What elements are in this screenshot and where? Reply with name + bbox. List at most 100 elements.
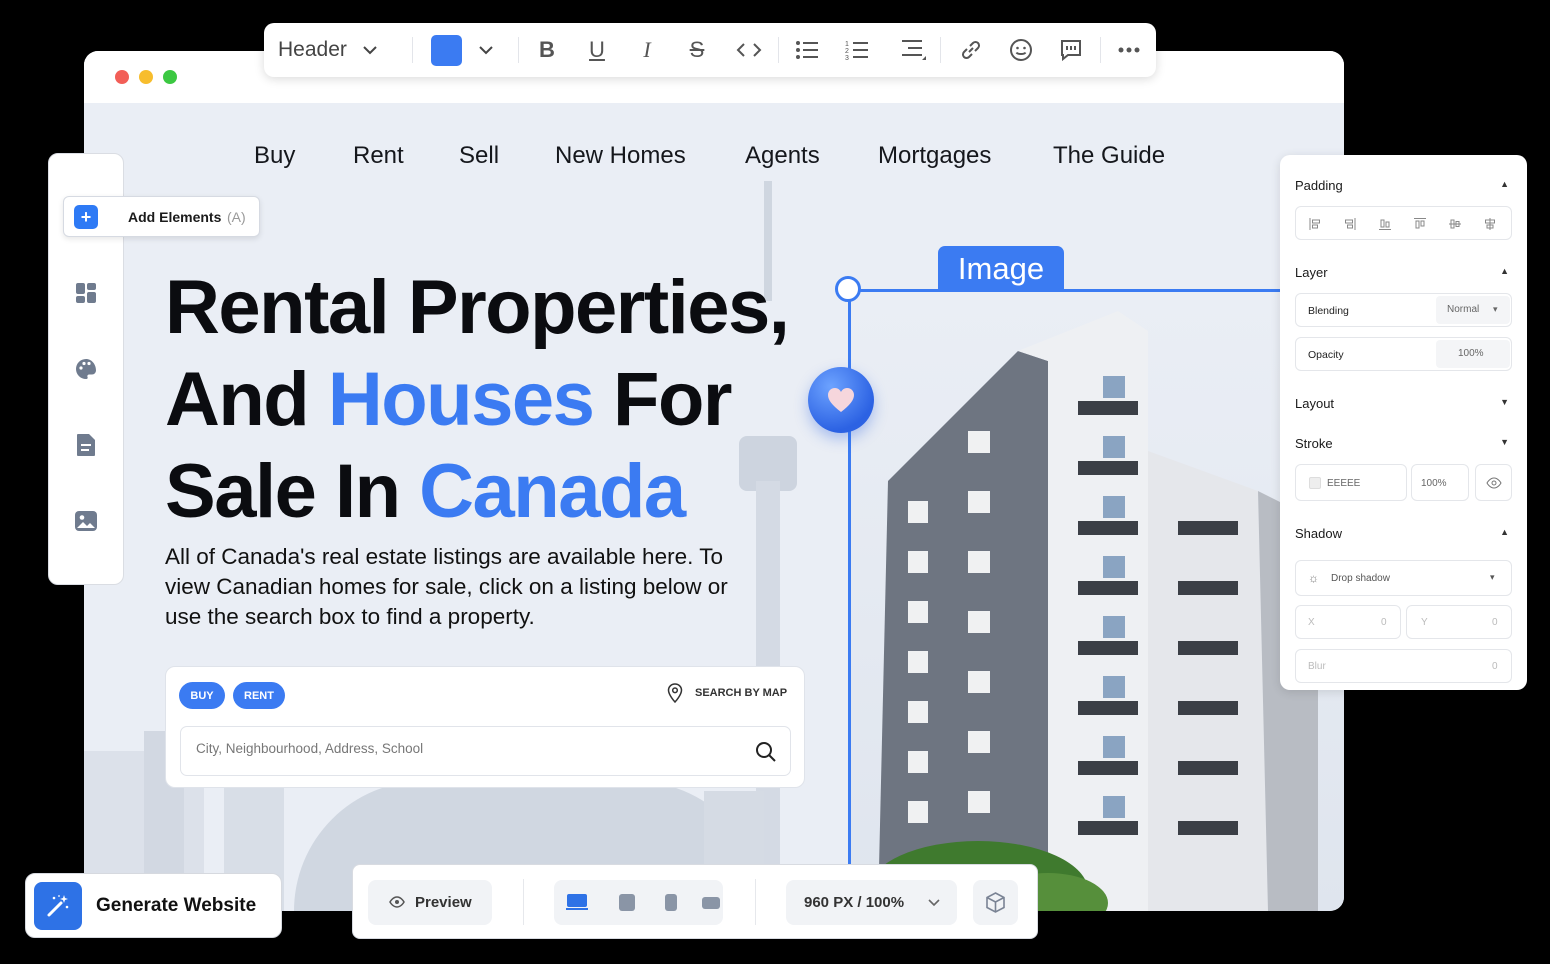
emoji-button[interactable] xyxy=(1006,23,1036,77)
nav-item-new-homes[interactable]: New Homes xyxy=(555,142,686,170)
minimize-window-dot[interactable] xyxy=(139,70,153,84)
align-button[interactable] xyxy=(896,23,930,77)
stroke-visibility-toggle[interactable] xyxy=(1475,464,1512,501)
align-left-icon[interactable] xyxy=(1308,217,1322,231)
search-by-map-label: SEARCH BY MAP xyxy=(695,687,788,699)
chevron-up-icon[interactable]: ▲ xyxy=(1500,527,1509,537)
stroke-opacity-value: 100% xyxy=(1421,478,1447,489)
maximize-window-dot[interactable] xyxy=(163,70,177,84)
strikethrough-button[interactable]: S xyxy=(682,23,712,77)
stroke-color-field[interactable]: EEEEE xyxy=(1295,464,1407,501)
link-button[interactable] xyxy=(956,23,986,77)
shadow-y-field[interactable]: Y 0 xyxy=(1406,605,1512,639)
align-right-icon[interactable] xyxy=(1343,217,1357,231)
close-window-dot[interactable] xyxy=(115,70,129,84)
nav-item-buy[interactable]: Buy xyxy=(254,142,295,170)
search-field[interactable] xyxy=(180,726,791,776)
nav-item-agents[interactable]: Agents xyxy=(745,142,820,170)
zoom-dropdown[interactable]: 960 PX / 100% xyxy=(786,880,957,925)
italic-button[interactable]: I xyxy=(632,23,662,77)
media-button[interactable] xyxy=(73,508,99,534)
pages-button[interactable] xyxy=(73,432,99,458)
chevron-up-icon[interactable]: ▲ xyxy=(1500,266,1509,276)
hero-title-accent-houses: Houses xyxy=(327,357,595,442)
search-input[interactable] xyxy=(196,741,736,756)
cube-icon xyxy=(986,892,1005,913)
palette-icon xyxy=(76,359,96,379)
shadow-x-field[interactable]: X 0 xyxy=(1295,605,1401,639)
chevron-up-icon[interactable]: ▲ xyxy=(1500,179,1509,189)
sun-icon: ☼ xyxy=(1308,571,1319,585)
color-swatch xyxy=(430,34,462,66)
code-button[interactable] xyxy=(732,23,766,77)
shadow-x-value: 0 xyxy=(1381,617,1387,628)
buy-filter-button[interactable]: BUY xyxy=(179,682,225,709)
comment-icon xyxy=(1061,40,1081,62)
align-top-icon[interactable] xyxy=(1413,217,1427,231)
bold-icon: B xyxy=(539,37,555,62)
blending-select[interactable]: Blending Normal ▾ xyxy=(1295,293,1512,327)
hero-title-line1: Rental Properties, xyxy=(165,265,790,350)
mobile-icon[interactable] xyxy=(664,893,678,912)
tablet-icon[interactable] xyxy=(618,893,636,912)
document-icon xyxy=(77,434,95,456)
numbered-list-icon: 123 xyxy=(845,41,868,61)
mobile-landscape-icon[interactable] xyxy=(701,896,721,910)
eye-icon xyxy=(1485,476,1502,489)
search-by-map-link[interactable]: SEARCH BY MAP xyxy=(667,683,787,703)
underline-button[interactable]: U xyxy=(582,23,612,77)
nav-item-sell[interactable]: Sell xyxy=(459,142,499,170)
text-color-swatch[interactable] xyxy=(426,23,466,77)
dashboard-button[interactable] xyxy=(73,280,99,306)
add-elements-button[interactable]: + Add Elements (A) xyxy=(63,196,260,237)
3d-view-button[interactable] xyxy=(973,880,1018,925)
bold-button[interactable]: B xyxy=(532,23,562,77)
search-card: BUY RENT SEARCH BY MAP xyxy=(165,666,805,788)
numbered-list-button[interactable]: 123 xyxy=(842,23,872,77)
comment-button[interactable] xyxy=(1056,23,1086,77)
align-icon xyxy=(902,40,926,60)
preview-label: Preview xyxy=(415,894,472,911)
preview-button[interactable]: Preview xyxy=(368,880,492,925)
stroke-color-swatch xyxy=(1309,477,1321,489)
bullet-list-button[interactable] xyxy=(792,23,822,77)
more-options-button[interactable] xyxy=(1114,23,1144,77)
nav-item-rent[interactable]: Rent xyxy=(353,142,404,170)
block-type-dropdown[interactable]: Header xyxy=(278,23,388,77)
more-icon xyxy=(1118,47,1140,53)
stroke-opacity-field[interactable]: 100% xyxy=(1411,464,1469,501)
eye-icon xyxy=(389,896,405,908)
nav-item-mortgages[interactable]: Mortgages xyxy=(878,142,991,170)
nav-item-the-guide[interactable]: The Guide xyxy=(1053,142,1165,170)
alignment-icons-row xyxy=(1308,217,1497,231)
align-middle-icon[interactable] xyxy=(1448,217,1462,231)
align-bottom-icon[interactable] xyxy=(1378,217,1392,231)
shadow-blur-field[interactable]: Blur 0 xyxy=(1295,649,1512,683)
desktop-icon[interactable] xyxy=(566,893,588,911)
padding-controls xyxy=(1295,206,1512,240)
underline-icon: U xyxy=(589,37,605,62)
shadow-x-label: X xyxy=(1308,617,1315,628)
like-bubble[interactable] xyxy=(808,367,874,433)
opacity-label: Opacity xyxy=(1308,349,1344,361)
align-center-icon[interactable] xyxy=(1483,217,1497,231)
selection-resize-handle[interactable] xyxy=(835,276,861,302)
hero-title-line3a: Sale In xyxy=(165,449,420,534)
chevron-down-icon xyxy=(928,899,940,907)
shadow-type-select[interactable]: ☼ Drop shadow ▾ xyxy=(1295,560,1512,596)
opacity-field[interactable]: Opacity 100% xyxy=(1295,337,1512,371)
stroke-section-title: Stroke xyxy=(1295,436,1333,451)
theme-button[interactable] xyxy=(73,356,99,382)
zoom-label: 960 PX / 100% xyxy=(804,894,905,911)
generate-website-button[interactable]: Generate Website xyxy=(25,873,282,938)
magic-wand-icon xyxy=(34,882,82,930)
device-switcher xyxy=(554,880,723,925)
shadow-y-value: 0 xyxy=(1492,617,1498,628)
properties-panel: Padding ▲ Layer ▲ Blending Normal ▾ Opac… xyxy=(1280,155,1527,690)
search-icon[interactable] xyxy=(755,741,777,763)
rent-filter-button[interactable]: RENT xyxy=(233,682,285,709)
hero-title[interactable]: Rental Properties, And Houses For Sale I… xyxy=(165,262,825,538)
color-dropdown-button[interactable] xyxy=(474,23,498,77)
chevron-down-icon[interactable]: ▼ xyxy=(1500,397,1509,407)
chevron-down-icon[interactable]: ▼ xyxy=(1500,437,1509,447)
